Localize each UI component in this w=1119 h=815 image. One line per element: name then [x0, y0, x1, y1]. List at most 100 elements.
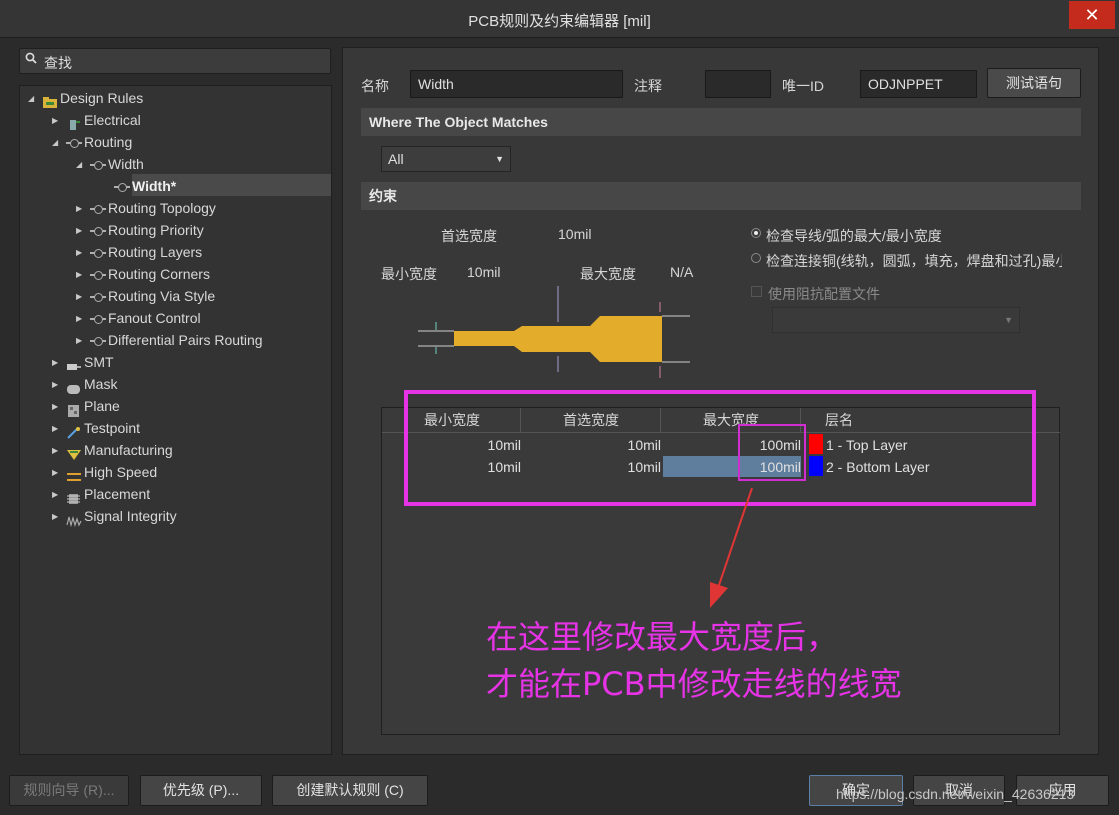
tree-item-width[interactable]: ◢ Width	[76, 153, 144, 175]
tree-item-testpoint[interactable]: ▶ Testpoint	[52, 417, 141, 440]
testpoint-icon	[66, 423, 82, 440]
tree-label: Manufacturing	[84, 442, 173, 458]
collapsed-arrow-icon: ▶	[76, 226, 83, 236]
tree-label: SMT	[84, 354, 114, 370]
tree-item-routing-layers[interactable]: ▶ Routing Layers	[76, 241, 202, 263]
max-width-value[interactable]: N/A	[670, 264, 693, 280]
rule-icon	[90, 225, 106, 237]
collapsed-arrow-icon: ▶	[52, 468, 59, 478]
tree-item-width-rule[interactable]: Width*	[100, 175, 176, 197]
rules-tree[interactable]: ◢ Design Rules ▶ Electrical ◢ Routing ◢ Widt…	[19, 85, 332, 755]
tree-label: Electrical	[84, 112, 141, 128]
trace-width-diagram	[418, 286, 690, 378]
rule-icon	[90, 247, 106, 259]
close-button[interactable]: ✕	[1069, 1, 1115, 29]
annotation-text-line2: 才能在PCB中修改走线的线宽	[486, 665, 902, 703]
electrical-icon	[66, 115, 82, 131]
uid-field[interactable]: ODJNPPET	[860, 70, 977, 98]
name-label: 名称	[361, 78, 389, 94]
chevron-down-icon: ▼	[495, 154, 504, 164]
tree-item-differential-pairs[interactable]: ▶ Differential Pairs Routing	[76, 329, 263, 351]
tree-item-routing-via-style[interactable]: ▶ Routing Via Style	[76, 285, 215, 307]
tree-item-design-rules[interactable]: ◢ Design Rules	[28, 87, 143, 109]
tree-label: Testpoint	[84, 420, 141, 436]
radio-check-copper-width[interactable]	[751, 253, 761, 263]
radio-check-track-width[interactable]	[751, 228, 761, 238]
preferred-width-label: 首选宽度	[441, 228, 497, 244]
tree-item-routing-priority[interactable]: ▶ Routing Priority	[76, 219, 204, 241]
name-field[interactable]: Width	[410, 70, 623, 98]
impedance-checkbox[interactable]	[751, 286, 762, 297]
collapsed-arrow-icon: ▶	[76, 314, 83, 324]
min-width-value[interactable]: 10mil	[467, 264, 500, 280]
plane-icon	[66, 401, 82, 418]
routing-icon	[66, 137, 82, 149]
search-input[interactable]: 查找	[19, 48, 331, 74]
tree-label: Design Rules	[60, 90, 144, 106]
radio-check-copper-width-label: 检查连接铜(线轨，圆弧，填充，焊盘和过孔)最小	[766, 253, 1062, 269]
tree-label: Differential Pairs Routing	[108, 332, 263, 348]
rule-icon	[90, 291, 106, 303]
radio-check-track-width-label: 检查导线/弧的最大/最小宽度	[766, 228, 942, 244]
create-default-rules-button[interactable]: 创建默认规则 (C)	[272, 775, 428, 806]
tree-item-placement[interactable]: ▶ Placement	[52, 483, 150, 505]
tree-item-routing-topology[interactable]: ▶ Routing Topology	[76, 197, 216, 219]
tree-item-high-speed[interactable]: ▶ High Speed	[52, 461, 157, 483]
tree-label: Width	[108, 156, 144, 172]
tree-item-mask[interactable]: ▶ Mask	[52, 373, 117, 395]
priority-button[interactable]: 优先级 (P)...	[140, 775, 262, 806]
min-width-label: 最小宽度	[381, 266, 437, 282]
rule-wizard-button[interactable]: 规则向导 (R)...	[9, 775, 129, 806]
collapsed-arrow-icon: ▶	[52, 116, 59, 126]
scope-value: All	[388, 151, 404, 167]
collapsed-arrow-icon: ▶	[52, 402, 59, 412]
tree-label: High Speed	[84, 464, 158, 480]
tree-item-electrical[interactable]: ▶ Electrical	[52, 109, 141, 131]
scope-dropdown[interactable]: All ▼	[381, 146, 511, 172]
impedance-label: 使用阻抗配置文件	[768, 286, 880, 302]
tree-label: Placement	[84, 486, 151, 502]
collapsed-arrow-icon: ▶	[76, 248, 83, 258]
collapsed-arrow-icon: ▶	[52, 358, 59, 368]
rule-icon	[90, 313, 106, 325]
mask-icon	[66, 379, 82, 395]
expanded-arrow-icon: ◢	[28, 94, 35, 104]
where-section-header: Where The Object Matches	[361, 108, 1081, 136]
tree-label: Routing Corners	[108, 266, 210, 282]
tree-item-routing[interactable]: ◢ Routing	[52, 131, 132, 153]
tree-item-smt[interactable]: ▶ SMT	[52, 351, 114, 373]
title-bar: PCB规则及约束编辑器 [mil] ✕	[0, 0, 1119, 38]
rule-icon	[90, 335, 106, 347]
expanded-arrow-icon: ◢	[76, 160, 83, 170]
manufacturing-icon	[66, 445, 82, 461]
tree-label: Signal Integrity	[84, 508, 177, 524]
tree-label: Routing Topology	[108, 200, 216, 216]
comment-field[interactable]	[705, 70, 771, 98]
tree-item-routing-corners[interactable]: ▶ Routing Corners	[76, 263, 210, 285]
signal-integrity-icon	[66, 511, 82, 528]
tree-label: Routing Via Style	[108, 288, 216, 304]
collapsed-arrow-icon: ▶	[76, 270, 83, 280]
tree-label: Routing	[84, 134, 133, 150]
tree-item-fanout-control[interactable]: ▶ Fanout Control	[76, 307, 201, 329]
placement-icon	[66, 489, 82, 505]
collapsed-arrow-icon: ▶	[52, 424, 59, 434]
collapsed-arrow-icon: ▶	[52, 380, 59, 390]
window-title: PCB规则及约束编辑器 [mil]	[468, 13, 651, 30]
impedance-profile-dropdown[interactable]: ▼	[772, 307, 1020, 333]
collapsed-arrow-icon: ▶	[52, 512, 59, 522]
uid-label: 唯一ID	[782, 78, 824, 94]
test-query-button[interactable]: 测试语句	[987, 68, 1081, 98]
collapsed-arrow-icon: ▶	[52, 490, 59, 500]
tree-label: Mask	[84, 376, 118, 392]
tree-item-plane[interactable]: ▶ Plane	[52, 395, 120, 418]
tree-item-manufacturing[interactable]: ▶ Manufacturing	[52, 439, 173, 461]
tree-item-signal-integrity[interactable]: ▶ Signal Integrity	[52, 505, 177, 528]
chevron-down-icon: ▼	[1004, 315, 1013, 325]
search-placeholder: 查找	[44, 55, 72, 71]
comment-label: 注释	[634, 78, 662, 94]
rule-icon	[114, 181, 130, 193]
preferred-width-value[interactable]: 10mil	[558, 226, 591, 242]
tree-label: Plane	[84, 398, 120, 414]
rule-icon	[90, 269, 106, 281]
